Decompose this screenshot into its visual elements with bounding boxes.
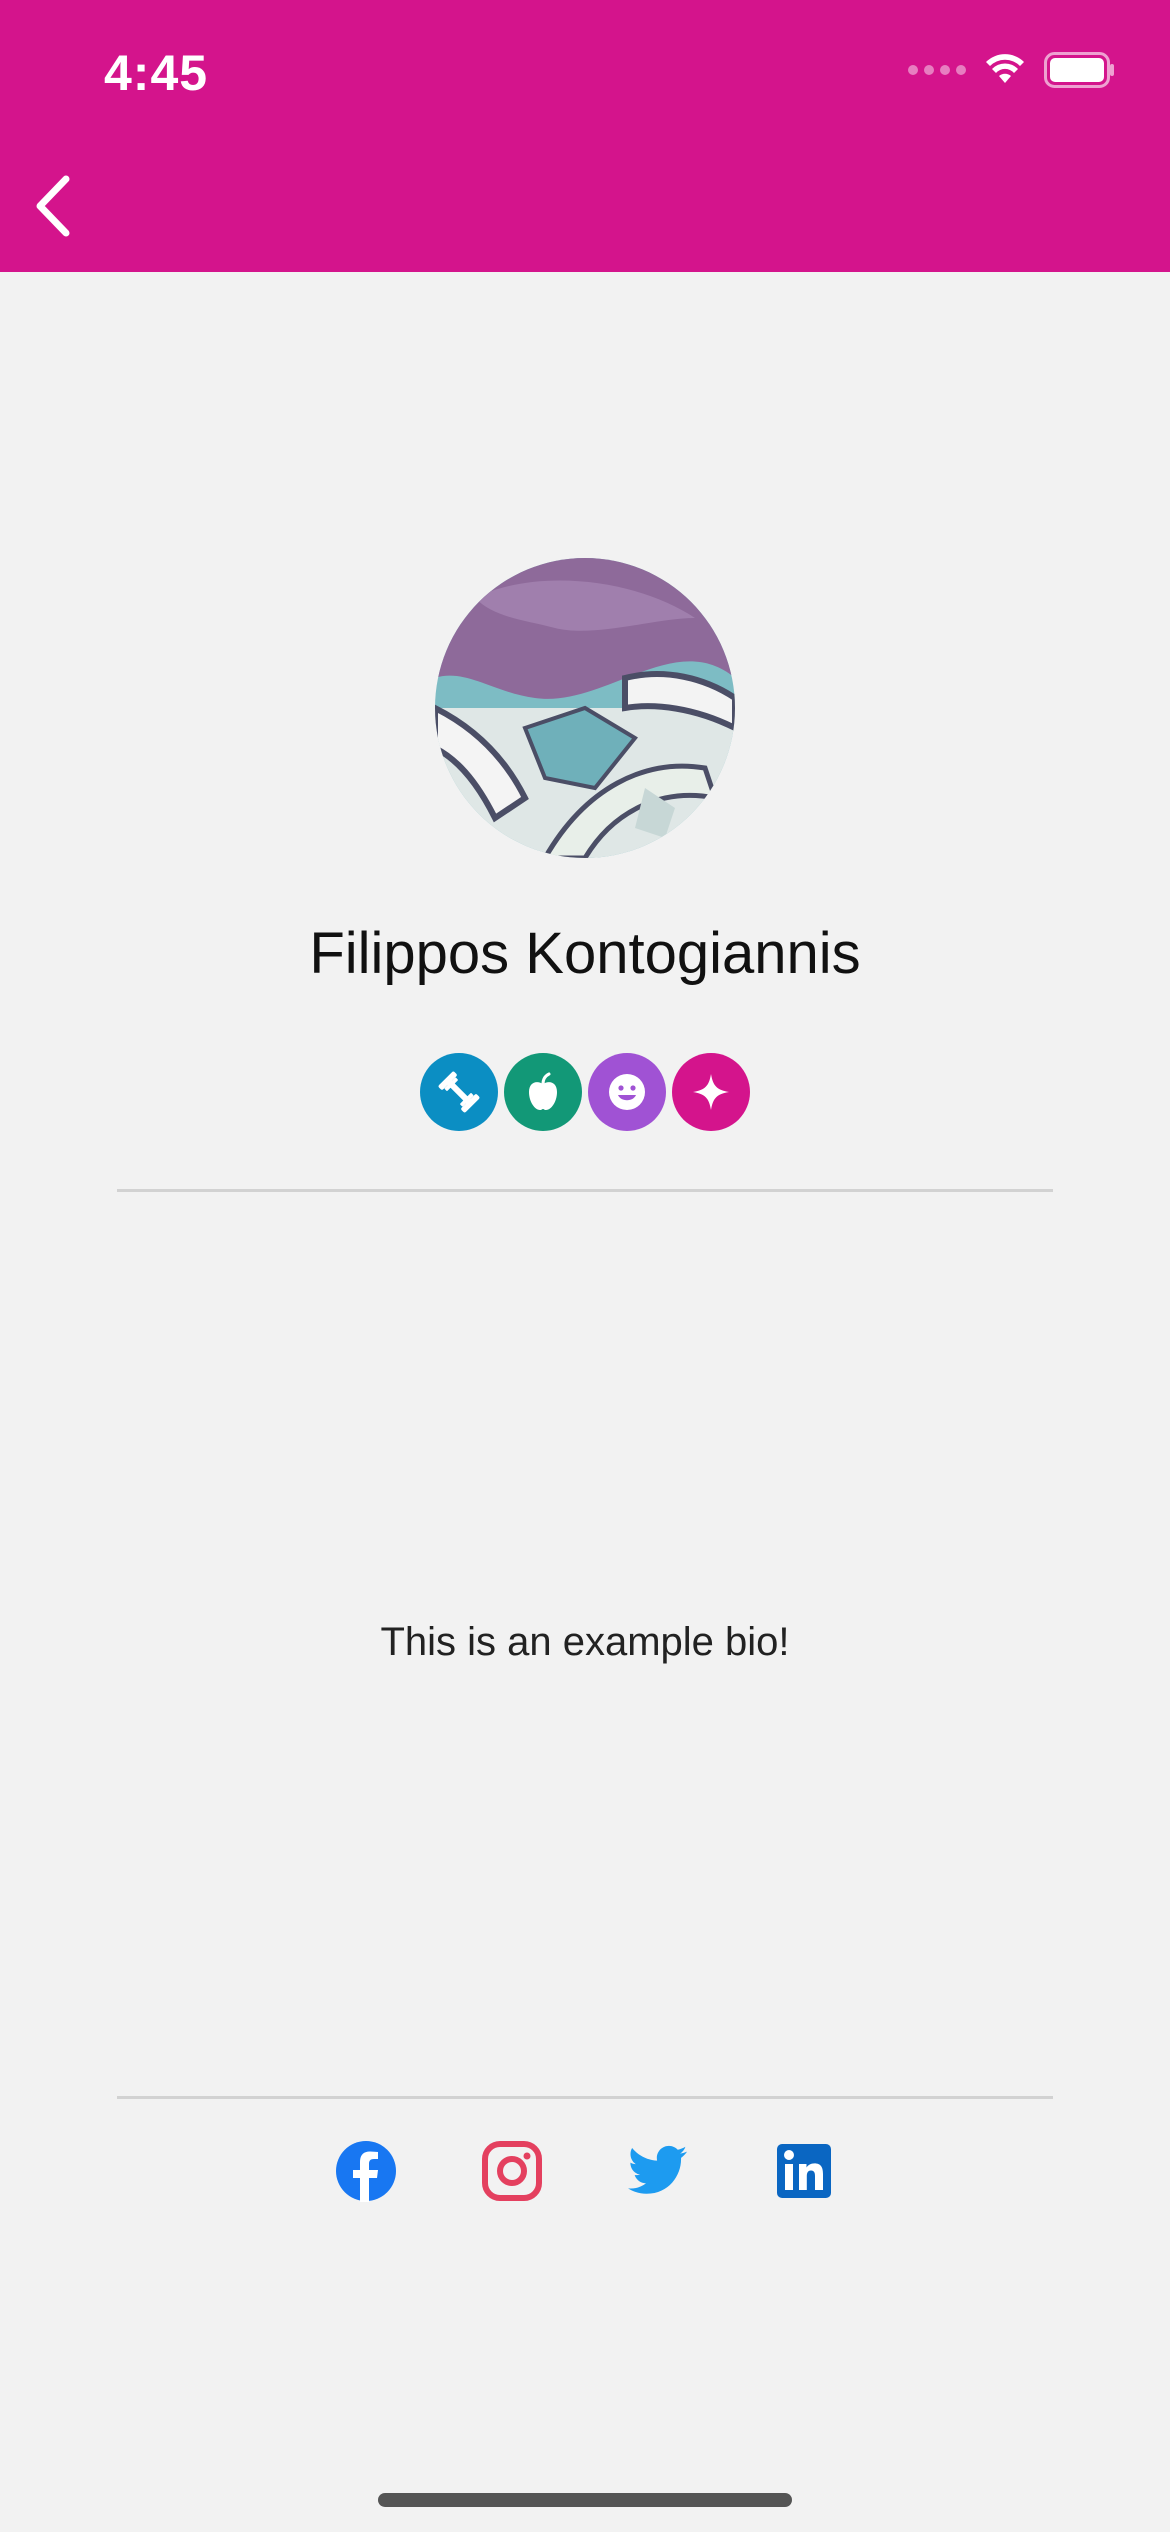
linkedin-icon: [777, 2144, 831, 2198]
cellular-signal-icon: [908, 65, 966, 75]
social-links: [0, 2140, 1170, 2202]
linkedin-link[interactable]: [773, 2140, 835, 2202]
facebook-icon: [336, 2141, 396, 2202]
apple-icon: [529, 1072, 557, 1110]
profile-avatar: [435, 558, 735, 858]
home-indicator[interactable]: [378, 2493, 792, 2507]
twitter-icon: [628, 2145, 688, 2194]
special-badge[interactable]: [672, 1053, 750, 1131]
fitness-badge[interactable]: [420, 1053, 498, 1131]
bottom-divider: [117, 2096, 1053, 2099]
back-button[interactable]: [18, 170, 90, 242]
profile-name: Filippos Kontogiannis: [309, 921, 861, 986]
facebook-link[interactable]: [335, 2140, 397, 2202]
badge-row: [420, 1053, 750, 1131]
status-time: 4:45: [104, 45, 209, 101]
wifi-icon: [986, 54, 1024, 83]
app-header: 4:45: [0, 0, 1170, 272]
top-divider: [117, 1189, 1053, 1192]
mood-badge[interactable]: [588, 1053, 666, 1131]
nutrition-badge[interactable]: [504, 1053, 582, 1131]
instagram-icon: [482, 2141, 542, 2201]
instagram-link[interactable]: [481, 2140, 543, 2202]
status-icons: [908, 52, 1116, 88]
twitter-link[interactable]: [627, 2140, 689, 2202]
dumbbell-icon: [438, 1071, 480, 1113]
chevron-left-icon: [36, 175, 70, 237]
smiley-icon: [609, 1074, 645, 1110]
sparkle-icon: [693, 1074, 729, 1110]
profile-bio: This is an example bio!: [380, 1620, 790, 1664]
battery-icon: [1044, 52, 1114, 88]
